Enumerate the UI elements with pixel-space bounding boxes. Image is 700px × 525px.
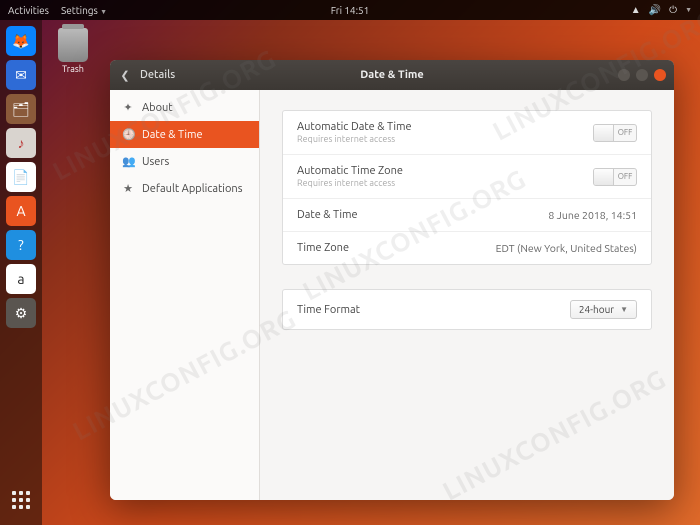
firefox-icon[interactable]: 🦊 [6, 26, 36, 56]
help-icon[interactable]: ? [6, 230, 36, 260]
clock[interactable]: Fri 14:51 [331, 5, 370, 16]
auto-datetime-switch[interactable]: OFF [593, 124, 637, 142]
ubuntu-dock: 🦊 ✉ 🗂 ♪ 📄 A ? a ⚙ [0, 20, 42, 525]
sidebar: ✦ About 🕘 Date & Time 👥 Users ★ Default … [110, 90, 260, 500]
row-auto-timezone[interactable]: Automatic Time Zone Requires internet ac… [283, 155, 651, 199]
minimize-button[interactable] [618, 69, 630, 81]
sidebar-item-about[interactable]: ✦ About [110, 94, 259, 121]
power-icon: ⏻ [669, 4, 677, 16]
writer-icon[interactable]: 📄 [6, 162, 36, 192]
trash-label: Trash [58, 64, 88, 74]
time-format-dropdown[interactable]: 24-hour ▼ [570, 300, 637, 319]
row-datetime[interactable]: Date & Time 8 June 2018, 14:51 [283, 199, 651, 232]
maximize-button[interactable] [636, 69, 648, 81]
datetime-value: 8 June 2018, 14:51 [548, 209, 637, 221]
row-label: Date & Time [297, 209, 358, 221]
content-area: Automatic Date & Time Requires internet … [260, 90, 674, 500]
section-title: Details [140, 69, 175, 81]
sidebar-item-label: Date & Time [142, 129, 203, 141]
trash-icon [58, 28, 88, 62]
chevron-down-icon: ▼ [620, 305, 628, 314]
switch-state: OFF [614, 128, 636, 137]
files-icon[interactable]: 🗂 [6, 94, 36, 124]
desktop-trash[interactable]: Trash [58, 28, 88, 74]
rhythmbox-icon[interactable]: ♪ [6, 128, 36, 158]
row-sublabel: Requires internet access [297, 178, 403, 188]
chevron-down-icon: ▼ [685, 6, 692, 14]
system-status-area[interactable]: ▲ 🔊 ⏻ ▼ [631, 4, 692, 16]
sidebar-item-datetime[interactable]: 🕘 Date & Time [110, 121, 259, 148]
switch-knob [594, 169, 614, 185]
volume-icon: 🔊 [649, 4, 661, 16]
star-icon: ★ [122, 182, 134, 195]
row-time-format: Time Format 24-hour ▼ [283, 290, 651, 329]
row-label: Automatic Time Zone [297, 165, 403, 177]
switch-state: OFF [614, 172, 636, 181]
switch-knob [594, 125, 614, 141]
dropdown-value: 24-hour [579, 304, 614, 315]
sidebar-item-label: Users [142, 156, 169, 168]
clock-icon: 🕘 [122, 128, 134, 141]
titlebar[interactable]: ❮ Details Date & Time [110, 60, 674, 90]
about-icon: ✦ [122, 101, 134, 114]
users-icon: 👥 [122, 155, 134, 168]
chevron-down-icon: ▼ [100, 8, 107, 16]
network-icon: ▲ [631, 4, 641, 16]
row-label: Automatic Date & Time [297, 121, 412, 133]
sidebar-item-users[interactable]: 👥 Users [110, 148, 259, 175]
gnome-topbar: Activities Settings ▼ Fri 14:51 ▲ 🔊 ⏻ ▼ [0, 0, 700, 20]
activities-button[interactable]: Activities [8, 5, 49, 16]
row-label: Time Format [297, 304, 360, 316]
datetime-panel: Automatic Date & Time Requires internet … [282, 110, 652, 265]
close-button[interactable] [654, 69, 666, 81]
sidebar-item-default-apps[interactable]: ★ Default Applications [110, 175, 259, 202]
format-panel: Time Format 24-hour ▼ [282, 289, 652, 330]
auto-timezone-switch[interactable]: OFF [593, 168, 637, 186]
timezone-value: EDT (New York, United States) [496, 242, 637, 254]
settings-window: ❮ Details Date & Time ✦ About 🕘 Date & T… [110, 60, 674, 500]
sidebar-item-label: Default Applications [142, 183, 242, 195]
software-icon[interactable]: A [6, 196, 36, 226]
row-label: Time Zone [297, 242, 349, 254]
back-button[interactable]: ❮ [110, 69, 140, 82]
thunderbird-icon[interactable]: ✉ [6, 60, 36, 90]
show-applications-button[interactable] [6, 485, 36, 515]
sidebar-item-label: About [142, 102, 173, 114]
amazon-icon[interactable]: a [6, 264, 36, 294]
row-auto-datetime[interactable]: Automatic Date & Time Requires internet … [283, 111, 651, 155]
row-timezone[interactable]: Time Zone EDT (New York, United States) [283, 232, 651, 264]
settings-icon[interactable]: ⚙ [6, 298, 36, 328]
page-title: Date & Time [360, 69, 424, 81]
app-menu[interactable]: Settings ▼ [61, 5, 107, 16]
row-sublabel: Requires internet access [297, 134, 412, 144]
